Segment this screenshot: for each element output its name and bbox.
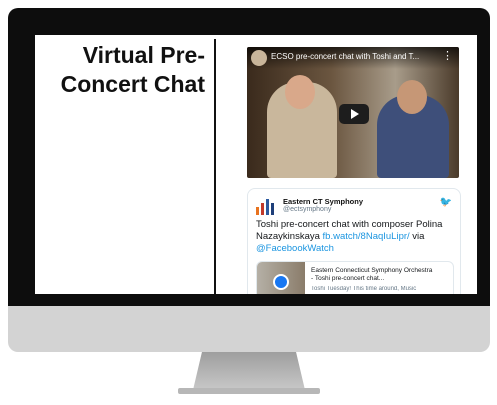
monitor-stand-neck [193,352,305,390]
slide-title-line1: Virtual Pre- [82,42,205,68]
tweet-embed[interactable]: Eastern CT Symphony @ectsymphony 🐦 Toshi… [247,188,461,294]
video-title-bar: ECSO pre-concert chat with Toshi and T..… [247,47,459,69]
more-options-icon[interactable]: ⋮ [442,49,453,62]
ecso-logo-icon [256,199,278,215]
vertical-divider [214,39,216,294]
card-description: Toshi Tuesday! This time around, Music [311,286,417,292]
slide-title: Virtual Pre- Concert Chat [35,41,205,99]
slide-screen: Virtual Pre- Concert Chat ECSO pre-conce… [35,35,477,294]
tweet-account-name[interactable]: Eastern CT Symphony [283,197,363,206]
card-title: Eastern Connecticut Symphony Orchestra -… [311,267,451,283]
card-title-line1: Eastern Connecticut Symphony Orchestra [311,267,433,274]
card-title-line2: - Toshi pre-concert chat... [311,275,385,282]
monitor-chin [8,306,490,352]
tweet-text: Toshi pre-concert chat with composer Pol… [256,219,456,255]
play-button[interactable] [339,104,369,124]
tweet-text-mid: via [409,231,425,242]
channel-avatar[interactable] [251,50,267,66]
tweet-handle[interactable]: @ectsymphony [283,206,331,213]
video-player[interactable]: ECSO pre-concert chat with Toshi and T..… [247,47,459,178]
video-person-left-head [285,75,315,109]
monitor-bezel: Virtual Pre- Concert Chat ECSO pre-conce… [8,8,490,306]
tweet-mention[interactable]: @FacebookWatch [256,243,334,254]
video-person-right-head [397,80,427,114]
twitter-bird-icon[interactable]: 🐦 [440,197,452,208]
facebook-play-icon[interactable] [273,274,289,290]
tweet-link[interactable]: fb.watch/8NaqIuLipr/ [323,231,410,242]
monitor-stand-foot [178,388,320,394]
link-preview-card[interactable]: Eastern Connecticut Symphony Orchestra -… [256,261,454,294]
slide-title-line2: Concert Chat [60,71,205,97]
card-thumbnail[interactable] [257,262,305,294]
video-title[interactable]: ECSO pre-concert chat with Toshi and T..… [271,52,419,61]
